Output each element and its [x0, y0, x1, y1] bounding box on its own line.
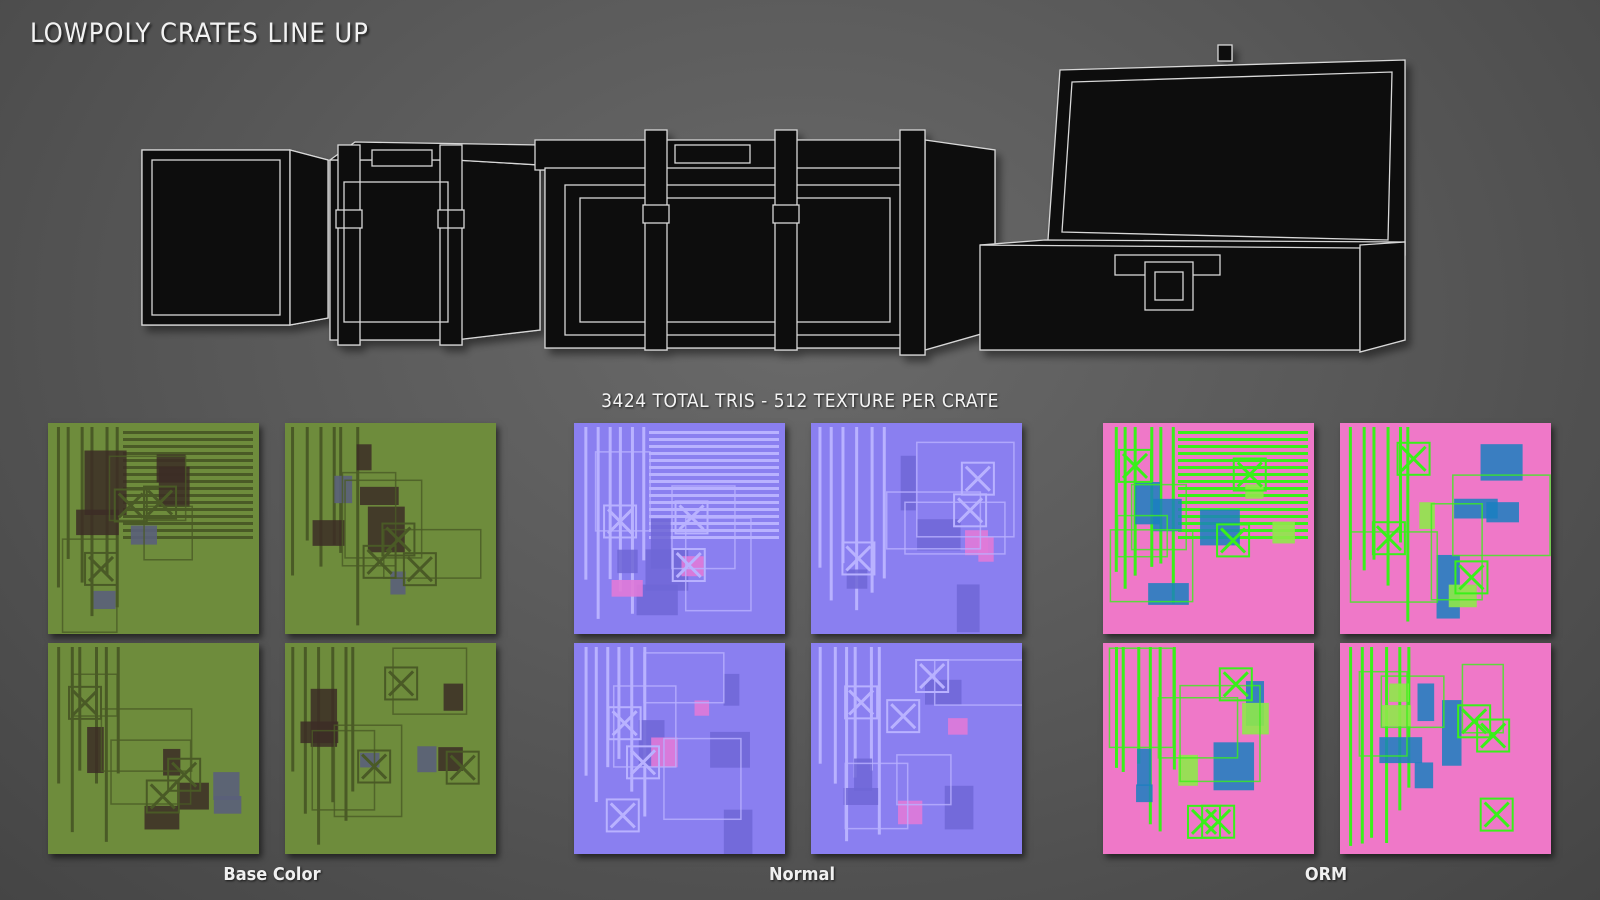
texture-normal-4	[811, 643, 1022, 854]
texture-orm-3	[1103, 643, 1314, 854]
texture-basecolor-1	[48, 423, 259, 634]
crates-render	[141, 44, 1406, 356]
texture-normal-1	[574, 423, 785, 634]
texture-orm-2	[1340, 423, 1551, 634]
crate-small	[141, 149, 329, 326]
label-base-color: Base Color	[223, 864, 321, 885]
crate-large	[534, 129, 996, 356]
label-orm: ORM	[1304, 864, 1348, 885]
texture-basecolor-4	[285, 643, 496, 854]
texture-normal-3	[574, 643, 785, 854]
stats-caption: 3424 TOTAL TRIS - 512 TEXTURE PER CRATE	[601, 390, 999, 412]
texture-basecolor-2	[285, 423, 496, 634]
texture-orm-1	[1103, 423, 1314, 634]
crate-open	[979, 44, 1406, 353]
texture-basecolor-3	[48, 643, 259, 854]
texture-normal-2	[811, 423, 1022, 634]
texture-orm-4	[1340, 643, 1551, 854]
crate-strapped	[327, 141, 541, 346]
label-normal: Normal	[768, 864, 836, 885]
